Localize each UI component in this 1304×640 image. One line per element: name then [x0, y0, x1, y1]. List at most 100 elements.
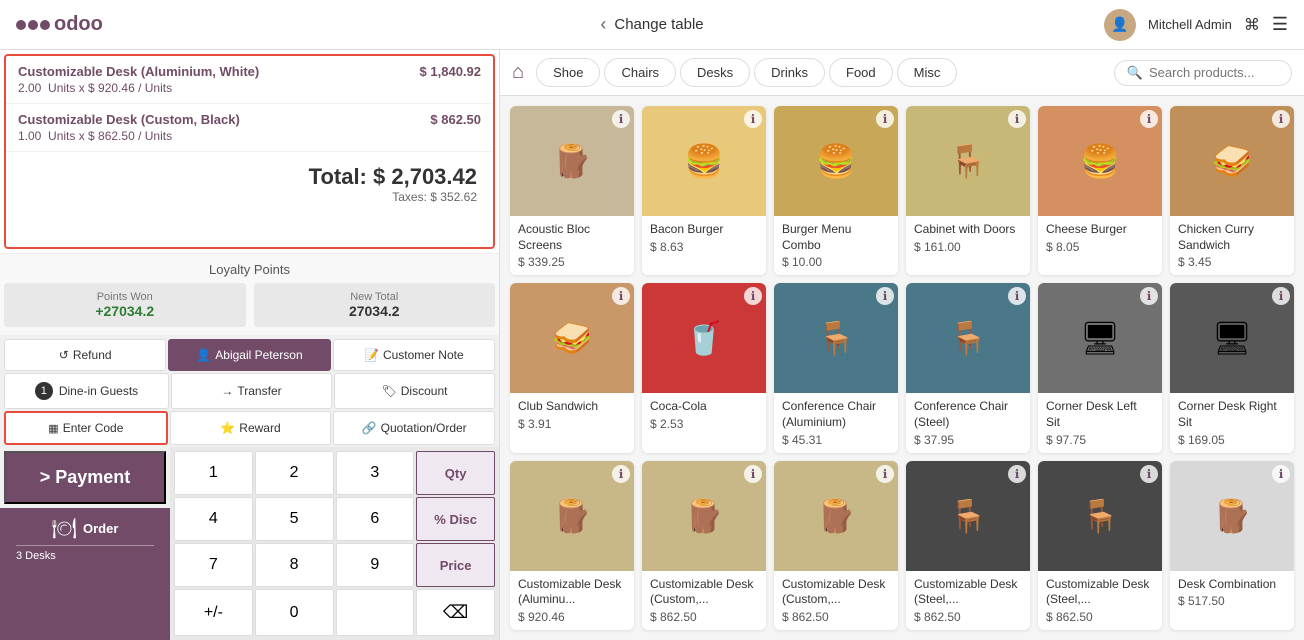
product-info-icon-7[interactable]: ℹ	[744, 287, 762, 305]
product-card-8[interactable]: 🪑ℹConference Chair (Aluminium)$ 45.31	[774, 283, 898, 452]
product-card-0[interactable]: 🪵ℹAcoustic Bloc Screens$ 339.25	[510, 106, 634, 275]
num-2[interactable]: 2	[255, 451, 334, 495]
product-info-icon-14[interactable]: ℹ	[876, 465, 894, 483]
payment-button[interactable]: > Payment	[4, 451, 166, 504]
transfer-button[interactable]: → Transfer	[171, 373, 332, 409]
product-info-icon-15[interactable]: ℹ	[1008, 465, 1026, 483]
item-price-2: $ 862.50	[430, 112, 481, 127]
product-card-12[interactable]: 🪵ℹCustomizable Desk (Aluminu...$ 920.46	[510, 461, 634, 630]
cat-food[interactable]: Food	[829, 58, 893, 87]
customer-button[interactable]: 👤 Abigail Peterson	[168, 339, 330, 371]
product-price-11: $ 169.05	[1178, 433, 1286, 447]
product-emoji-8: 🪑	[816, 319, 856, 357]
product-card-16[interactable]: 🪑ℹCustomizable Desk (Steel,...$ 862.50	[1038, 461, 1162, 630]
product-info-icon-10[interactable]: ℹ	[1140, 287, 1158, 305]
product-info-icon-6[interactable]: ℹ	[612, 287, 630, 305]
taxes-label: Taxes:	[392, 190, 427, 204]
back-icon[interactable]: ‹	[600, 14, 606, 35]
item-detail-1: 2.00 Units x $ 920.46 / Units	[18, 81, 481, 95]
product-info-icon-8[interactable]: ℹ	[876, 287, 894, 305]
product-info-icon-5[interactable]: ℹ	[1272, 110, 1290, 128]
product-info-icon-16[interactable]: ℹ	[1140, 465, 1158, 483]
change-table-label[interactable]: Change table	[614, 16, 703, 33]
product-details-5: Chicken Curry Sandwich$ 3.45	[1170, 216, 1294, 275]
num-empty[interactable]	[336, 589, 415, 636]
product-details-16: Customizable Desk (Steel,...$ 862.50	[1038, 571, 1162, 630]
num-1[interactable]: 1	[174, 451, 253, 495]
product-card-10[interactable]: 🖥ℹCorner Desk Left Sit$ 97.75	[1038, 283, 1162, 452]
product-details-14: Customizable Desk (Custom,...$ 862.50	[774, 571, 898, 630]
product-info-icon-12[interactable]: ℹ	[612, 465, 630, 483]
cat-chairs[interactable]: Chairs	[604, 58, 676, 87]
product-image-9: 🪑ℹ	[906, 283, 1030, 393]
product-card-7[interactable]: 🥤ℹCoca-Cola$ 2.53	[642, 283, 766, 452]
order-item-2[interactable]: Customizable Desk (Custom, Black) $ 862.…	[6, 104, 493, 152]
product-card-5[interactable]: 🥪ℹChicken Curry Sandwich$ 3.45	[1170, 106, 1294, 275]
product-details-4: Cheese Burger$ 8.05	[1038, 216, 1162, 260]
product-card-11[interactable]: 🖥ℹCorner Desk Right Sit$ 169.05	[1170, 283, 1294, 452]
product-info-icon-2[interactable]: ℹ	[876, 110, 894, 128]
product-price-5: $ 3.45	[1178, 255, 1286, 269]
payment-column: > Payment 🍽 Order 3 Desks	[0, 447, 170, 640]
product-details-2: Burger Menu Combo$ 10.00	[774, 216, 898, 275]
product-emoji-17: 🪵	[1212, 497, 1252, 535]
num-0[interactable]: 0	[255, 589, 334, 636]
product-card-14[interactable]: 🪵ℹCustomizable Desk (Custom,...$ 862.50	[774, 461, 898, 630]
qty-btn[interactable]: Qty	[416, 451, 495, 495]
product-price-6: $ 3.91	[518, 417, 626, 431]
reward-button[interactable]: ⭐ Reward	[170, 411, 332, 445]
logo-circles	[16, 20, 50, 30]
num-8[interactable]: 8	[255, 543, 334, 587]
product-info-icon-17[interactable]: ℹ	[1272, 465, 1290, 483]
home-button[interactable]: ⌂	[512, 61, 524, 84]
product-card-9[interactable]: 🪑ℹConference Chair (Steel)$ 37.95	[906, 283, 1030, 452]
num-5[interactable]: 5	[255, 497, 334, 541]
product-card-15[interactable]: 🪑ℹCustomizable Desk (Steel,...$ 862.50	[906, 461, 1030, 630]
header: odoo ‹ Change table 👤 Mitchell Admin ⌘ ☰	[0, 0, 1304, 50]
order-icon: 🍽	[52, 516, 77, 541]
enter-code-button[interactable]: ▦ Enter Code	[4, 411, 168, 445]
product-image-16: 🪑ℹ	[1038, 461, 1162, 571]
num-4[interactable]: 4	[174, 497, 253, 541]
refund-button[interactable]: ↺ Refund	[4, 339, 166, 371]
product-info-icon-13[interactable]: ℹ	[744, 465, 762, 483]
num-7[interactable]: 7	[174, 543, 253, 587]
cat-misc[interactable]: Misc	[897, 58, 958, 87]
search-input[interactable]	[1149, 65, 1279, 80]
quotation-button[interactable]: 🔗 Quotation/Order	[333, 411, 495, 445]
product-details-1: Bacon Burger$ 8.63	[642, 216, 766, 260]
order-total-section: Total: $ 2,703.42 Taxes: $ 352.62	[6, 152, 493, 208]
cat-shoe[interactable]: Shoe	[536, 58, 600, 87]
discount-button[interactable]: 🏷 Discount	[334, 373, 495, 409]
num-9[interactable]: 9	[336, 543, 415, 587]
product-card-6[interactable]: 🥪ℹClub Sandwich$ 3.91	[510, 283, 634, 452]
product-info-icon-9[interactable]: ℹ	[1008, 287, 1026, 305]
disc-btn[interactable]: % Disc	[416, 497, 495, 541]
product-card-13[interactable]: 🪵ℹCustomizable Desk (Custom,...$ 862.50	[642, 461, 766, 630]
price-btn[interactable]: Price	[416, 543, 495, 587]
product-price-12: $ 920.46	[518, 610, 626, 624]
product-info-icon-1[interactable]: ℹ	[744, 110, 762, 128]
order-item-1[interactable]: Customizable Desk (Aluminium, White) $ 1…	[6, 56, 493, 104]
product-card-2[interactable]: 🍔ℹBurger Menu Combo$ 10.00	[774, 106, 898, 275]
product-card-17[interactable]: 🪵ℹDesk Combination$ 517.50	[1170, 461, 1294, 630]
cat-drinks[interactable]: Drinks	[754, 58, 825, 87]
product-card-4[interactable]: 🍔ℹCheese Burger$ 8.05	[1038, 106, 1162, 275]
product-info-icon-11[interactable]: ℹ	[1272, 287, 1290, 305]
dine-in-button[interactable]: 1 Dine-in Guests	[4, 373, 169, 409]
num-6[interactable]: 6	[336, 497, 415, 541]
product-card-3[interactable]: 🪑ℹCabinet with Doors$ 161.00	[906, 106, 1030, 275]
cat-desks[interactable]: Desks	[680, 58, 750, 87]
menu-icon[interactable]: ☰	[1272, 14, 1288, 35]
product-info-icon-0[interactable]: ℹ	[612, 110, 630, 128]
customer-note-button[interactable]: 📝 Customer Note	[333, 339, 495, 371]
product-info-icon-3[interactable]: ℹ	[1008, 110, 1026, 128]
product-info-icon-4[interactable]: ℹ	[1140, 110, 1158, 128]
num-plusminus[interactable]: +/-	[174, 589, 253, 636]
product-grid: 🪵ℹAcoustic Bloc Screens$ 339.25🍔ℹBacon B…	[500, 96, 1304, 640]
product-card-1[interactable]: 🍔ℹBacon Burger$ 8.63	[642, 106, 766, 275]
backspace-btn[interactable]: ⌫	[416, 589, 495, 636]
num-3[interactable]: 3	[336, 451, 415, 495]
points-won-box: Points Won +27034.2	[4, 283, 246, 327]
product-image-6: 🥪ℹ	[510, 283, 634, 393]
